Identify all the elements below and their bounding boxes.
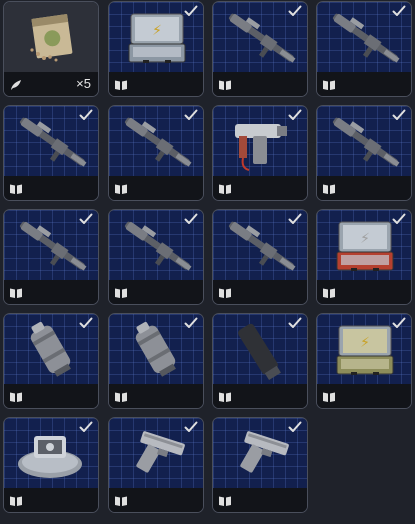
tile-footer [213, 72, 307, 96]
tile-footer [109, 384, 203, 408]
tile-footer [213, 176, 307, 200]
tile-footer [317, 72, 411, 96]
inventory-tile[interactable] [212, 1, 308, 97]
tile-footer: ×5 [4, 72, 98, 96]
tile-footer [4, 488, 98, 512]
inventory-tile[interactable] [212, 313, 308, 409]
tile-footer [317, 176, 411, 200]
tile-footer [109, 280, 203, 304]
tile-footer [109, 72, 203, 96]
inventory-tile[interactable] [316, 1, 412, 97]
svg-text:⚡: ⚡ [360, 231, 370, 247]
inventory-tile[interactable] [3, 313, 99, 409]
inventory-tile[interactable] [108, 313, 204, 409]
inventory-tile[interactable] [3, 209, 99, 305]
tile-footer [317, 384, 411, 408]
tile-footer [213, 488, 307, 512]
item-count: ×5 [76, 76, 91, 91]
inventory-tile[interactable] [3, 105, 99, 201]
inventory-tile[interactable] [108, 105, 204, 201]
inventory-tile[interactable] [212, 417, 308, 513]
inventory-tile[interactable] [3, 417, 99, 513]
tile-footer [109, 488, 203, 512]
inventory-tile[interactable]: ⚡ [316, 313, 412, 409]
inventory-tile[interactable]: ⚡ [108, 1, 204, 97]
inventory-tile[interactable] [212, 105, 308, 201]
inventory-tile[interactable] [316, 105, 412, 201]
tile-art [4, 2, 98, 74]
inventory-tile[interactable]: ×5 [3, 1, 99, 97]
inventory-tile[interactable] [108, 209, 204, 305]
tile-footer [317, 280, 411, 304]
svg-text:⚡: ⚡ [360, 335, 370, 351]
tile-footer [213, 280, 307, 304]
tile-footer [4, 280, 98, 304]
inventory-tile[interactable] [212, 209, 308, 305]
tile-footer [213, 384, 307, 408]
packet-icon [30, 13, 73, 62]
inventory-tile[interactable]: ⚡ [316, 209, 412, 305]
svg-text:⚡: ⚡ [152, 23, 162, 39]
tile-footer [4, 176, 98, 200]
inventory-tile[interactable] [108, 417, 204, 513]
tile-footer [4, 384, 98, 408]
tile-footer [109, 176, 203, 200]
